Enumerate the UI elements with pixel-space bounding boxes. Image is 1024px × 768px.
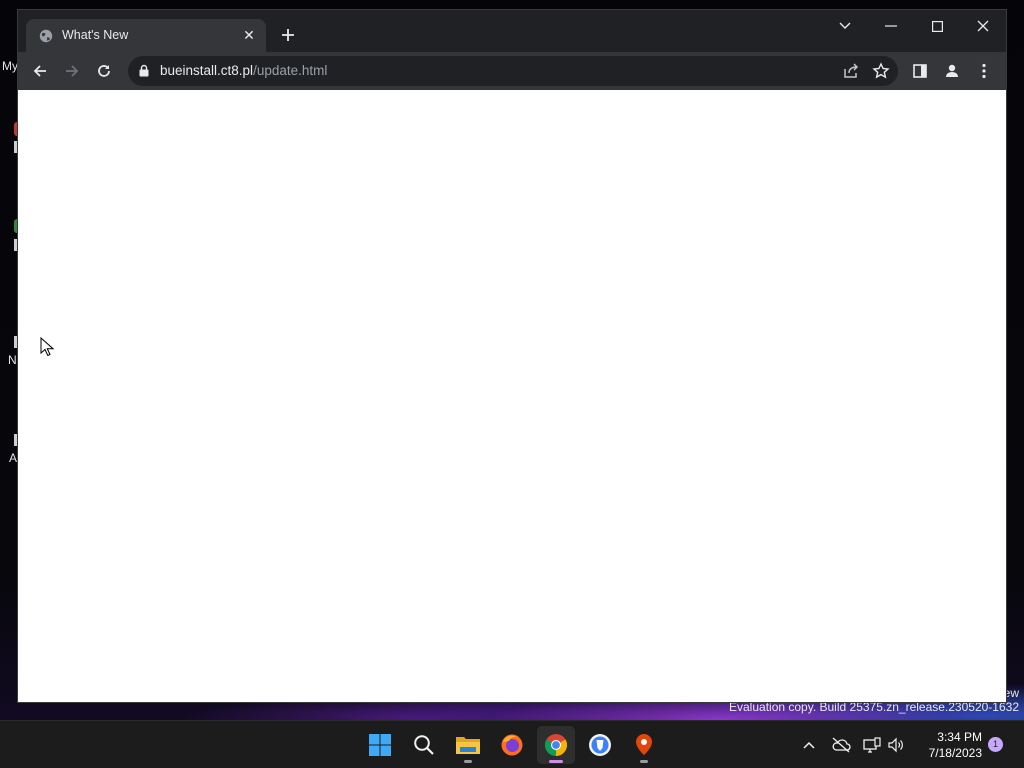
forward-arrow-icon	[66, 65, 79, 77]
search-icon	[414, 735, 434, 755]
maximize-icon	[931, 20, 943, 32]
title-bar[interactable]: What's New ✕	[18, 10, 1006, 52]
file-explorer-button[interactable]	[449, 726, 487, 764]
browser-toolbar: bueinstall.ct8.pl/update.html	[18, 52, 1006, 90]
profile-button[interactable]	[938, 57, 966, 85]
notification-center-badge[interactable]: 1	[988, 737, 1003, 752]
show-hidden-icons-button[interactable]	[797, 733, 821, 757]
chrome-button[interactable]	[537, 726, 575, 764]
close-icon	[977, 20, 989, 32]
url-text[interactable]: bueinstall.ct8.pl/update.html	[160, 63, 327, 78]
kebab-menu-icon	[982, 63, 986, 79]
network-button[interactable]	[860, 733, 884, 757]
reload-icon	[98, 65, 110, 77]
menu-button[interactable]	[970, 57, 998, 85]
onedrive-button[interactable]	[829, 733, 853, 757]
desktop-icon-label-fragment[interactable]: A	[9, 451, 17, 465]
chrome-icon	[545, 734, 567, 756]
globe-icon	[39, 29, 53, 43]
volume-button[interactable]	[884, 733, 908, 757]
share-icon[interactable]	[842, 62, 860, 85]
tab-search-button[interactable]	[822, 10, 868, 42]
start-button[interactable]	[361, 726, 399, 764]
watermark-line-2: Evaluation copy. Build 25375.zn_release.…	[729, 700, 1019, 714]
page-content[interactable]	[18, 90, 1006, 702]
side-panel-button[interactable]	[906, 57, 934, 85]
taskbar-search-button[interactable]	[405, 726, 443, 764]
firefox-icon	[501, 734, 523, 756]
side-panel-icon	[913, 64, 927, 78]
maps-button[interactable]	[625, 726, 663, 764]
plus-icon	[282, 29, 294, 41]
browser-window: What's New ✕ bueinstall.ct8.pl/update.ht…	[18, 10, 1006, 702]
file-explorer-icon	[456, 737, 480, 754]
mouse-cursor-icon	[40, 336, 55, 362]
network-icon	[863, 737, 881, 753]
new-tab-button[interactable]	[276, 23, 300, 47]
back-button[interactable]	[26, 57, 54, 85]
volume-icon	[888, 737, 903, 753]
address-bar[interactable]: bueinstall.ct8.pl/update.html	[128, 56, 898, 86]
onedrive-offline-icon	[832, 737, 851, 753]
running-indicator	[640, 760, 648, 763]
maximize-button[interactable]	[914, 10, 960, 42]
windows-start-icon	[369, 734, 391, 756]
desktop-icon-label-fragment[interactable]: My	[2, 59, 18, 73]
running-indicator	[464, 760, 472, 763]
chevron-down-icon	[839, 22, 851, 29]
brave-icon	[589, 734, 611, 756]
url-path: /update.html	[253, 63, 328, 78]
tab-close-icon[interactable]: ✕	[240, 26, 258, 44]
bookmark-star-icon[interactable]	[872, 62, 890, 85]
profile-icon	[946, 64, 958, 77]
maps-pin-icon	[636, 734, 652, 755]
minimize-icon	[885, 25, 897, 27]
active-indicator	[549, 760, 563, 763]
close-window-button[interactable]	[960, 10, 1006, 42]
forward-button[interactable]	[58, 57, 86, 85]
clock-date: 7/18/2023	[928, 746, 982, 760]
lock-icon[interactable]	[139, 64, 149, 82]
clock[interactable]: 3:34 PM 7/18/2023	[912, 729, 982, 761]
reload-button[interactable]	[90, 57, 118, 85]
minimize-button[interactable]	[868, 10, 914, 42]
evaluation-watermark: ew Evaluation copy. Build 25375.zn_relea…	[729, 686, 1019, 714]
tab-whats-new[interactable]: What's New ✕	[26, 19, 266, 52]
brave-button[interactable]	[581, 726, 619, 764]
back-arrow-icon	[33, 65, 46, 77]
tab-title: What's New	[62, 28, 129, 42]
desktop-icon-label-fragment[interactable]: N	[8, 353, 17, 367]
clock-time: 3:34 PM	[937, 730, 982, 744]
taskbar: 3:34 PM 7/18/2023	[0, 720, 1024, 768]
url-host: bueinstall.ct8.pl	[160, 63, 254, 78]
firefox-button[interactable]	[493, 726, 531, 764]
chevron-up-icon	[803, 741, 815, 749]
